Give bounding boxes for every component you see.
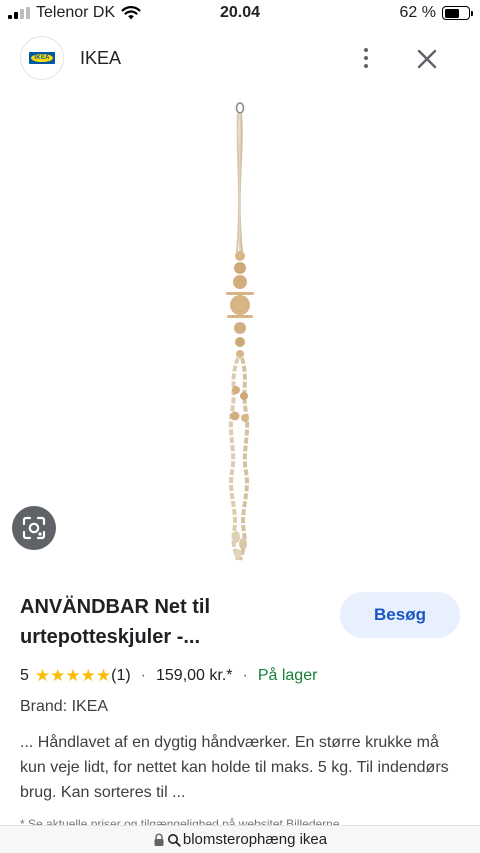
- status-right: 62 %: [399, 4, 473, 22]
- close-icon[interactable]: [410, 42, 444, 76]
- price-disclaimer: * Se aktuelle priser og tilgængelighed p…: [20, 817, 340, 825]
- battery-icon: [442, 6, 473, 20]
- separator-dot: ·: [242, 667, 248, 684]
- search-icon: [167, 833, 181, 847]
- rating-value: 5: [20, 667, 29, 684]
- more-vert-icon[interactable]: [352, 42, 380, 74]
- battery-percent: 62 %: [399, 4, 436, 21]
- status-bar: Telenor DK 20.04 62 %: [0, 0, 480, 28]
- brand-label: Brand: IKEA: [20, 698, 109, 715]
- product-description: ... Håndlavet af en dygtig håndværker. E…: [20, 734, 449, 801]
- header-title: IKEA: [80, 48, 122, 68]
- price: 159,00 kr.*: [156, 667, 233, 684]
- app-header: IKEA IKEA: [0, 30, 480, 86]
- ikea-logo-mark: IKEA: [29, 52, 55, 64]
- url-query: blomsterophæng ikea: [182, 831, 328, 848]
- rating-row: 5 ★★★★★ (1) · 159,00 kr.* · På lager: [20, 666, 317, 686]
- ikea-logo[interactable]: IKEA: [20, 36, 64, 80]
- lens-icon[interactable]: [12, 506, 56, 550]
- separator-dot: ·: [140, 667, 146, 684]
- url-bar[interactable]: blomsterophæng ikea: [0, 825, 480, 853]
- lock-icon: [154, 833, 164, 846]
- product-title[interactable]: ANVÄNDBAR Net til urtepotteskjuler -...: [20, 592, 320, 652]
- stock-status: På lager: [257, 667, 318, 684]
- product-image[interactable]: [0, 92, 480, 572]
- ikea-logo-text: IKEA: [31, 54, 53, 62]
- review-count: (1): [111, 667, 131, 684]
- star-rating-icon: ★★★★★: [34, 666, 112, 685]
- visit-button[interactable]: Besøg: [340, 592, 460, 638]
- battery-fill: [444, 8, 459, 18]
